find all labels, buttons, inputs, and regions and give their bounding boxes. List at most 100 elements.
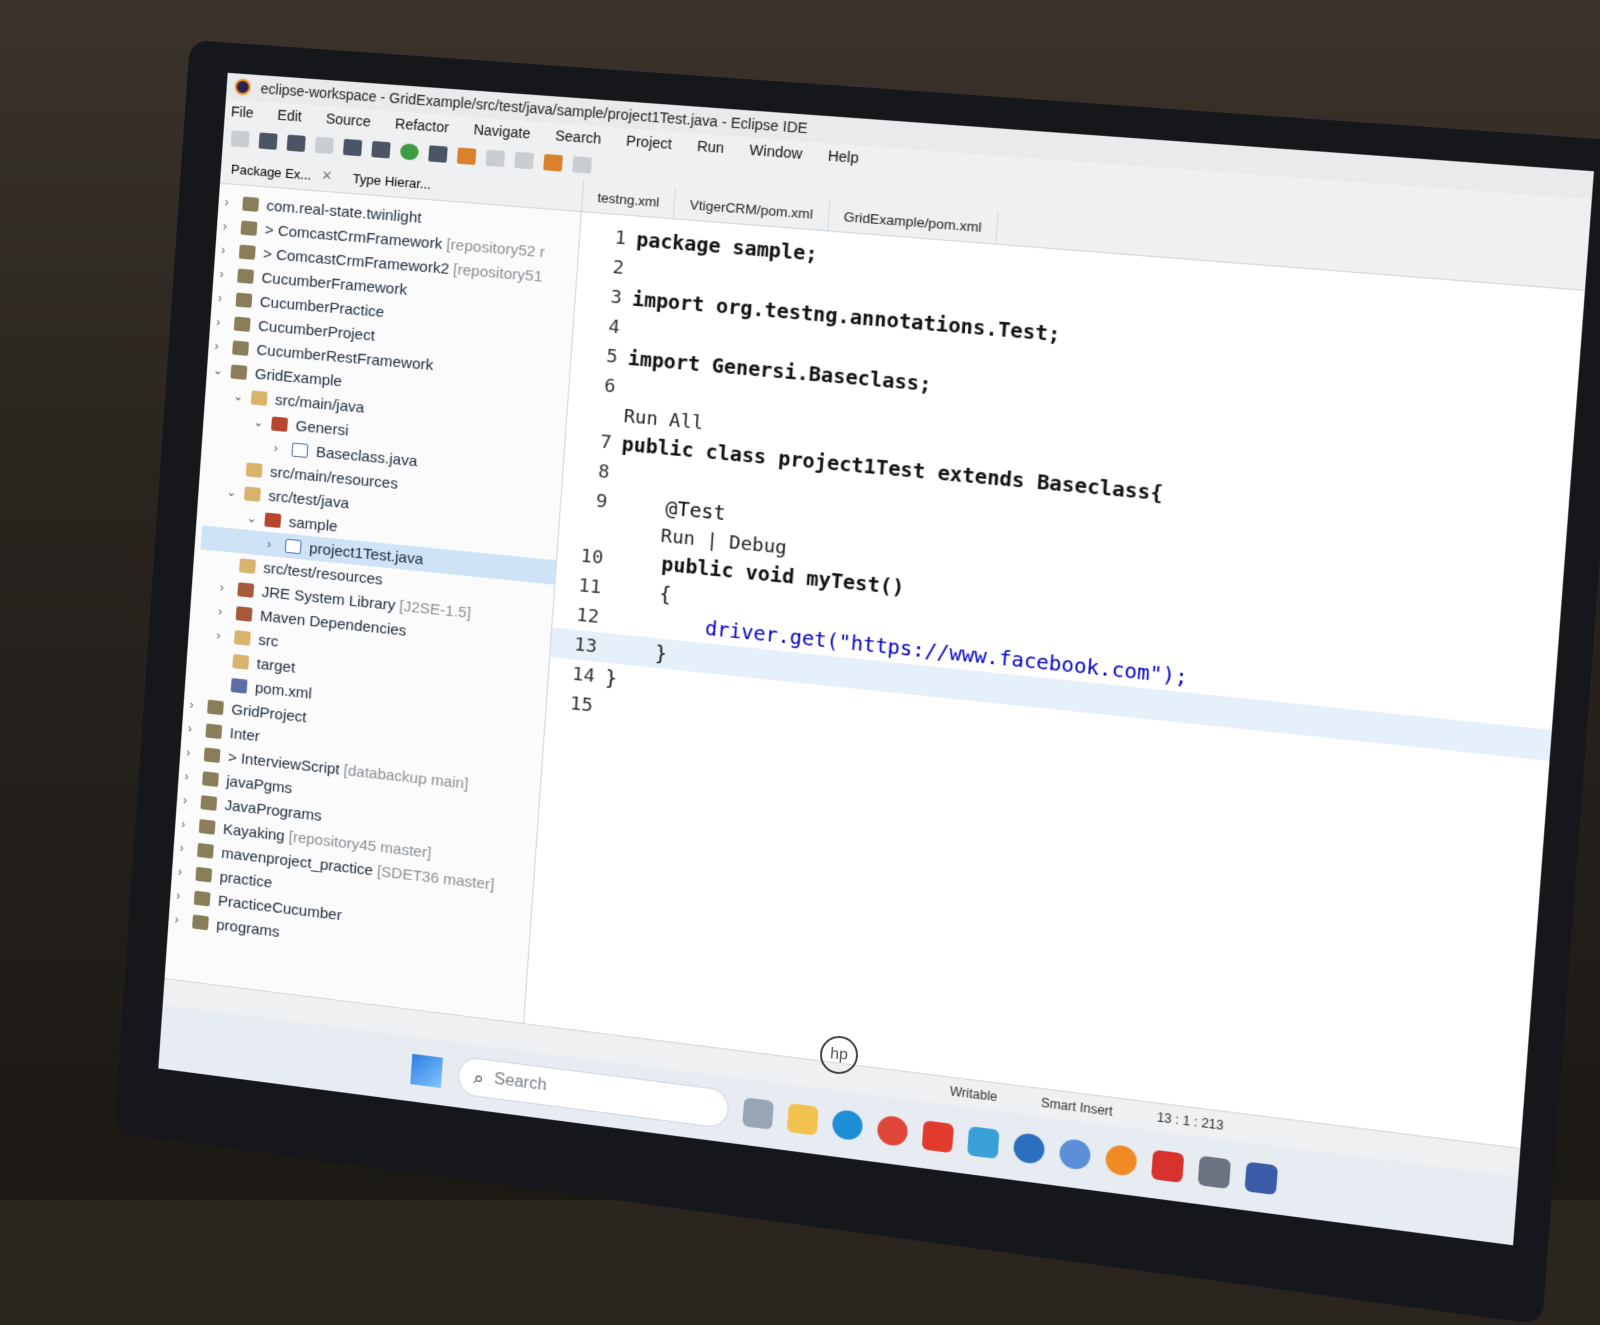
maven-pom-icon — [230, 678, 248, 694]
close-icon[interactable]: ✕ — [321, 167, 333, 184]
save-icon[interactable] — [258, 132, 278, 150]
search-icon[interactable] — [572, 156, 593, 174]
coverage-icon[interactable] — [428, 145, 448, 163]
project-icon — [238, 244, 256, 260]
chrome-icon[interactable] — [876, 1114, 909, 1148]
edge-icon[interactable] — [831, 1108, 864, 1142]
task-view-icon[interactable] — [742, 1097, 774, 1130]
terminal-taskbar-icon[interactable] — [1244, 1161, 1279, 1196]
firefox-icon[interactable] — [1104, 1143, 1138, 1177]
chevron-down-icon[interactable]: ⌄ — [246, 511, 261, 526]
chevron-down-icon[interactable]: ⌄ — [226, 485, 241, 500]
project-icon — [198, 819, 216, 835]
debug-icon[interactable] — [371, 140, 391, 159]
line-number: 3 — [609, 286, 623, 309]
open-type-icon[interactable] — [543, 153, 563, 172]
chevron-down-icon[interactable]: ⌄ — [253, 415, 268, 430]
menu-navigate[interactable]: Navigate — [473, 121, 531, 141]
chevron-right-icon[interactable]: › — [218, 604, 233, 619]
project-icon — [205, 723, 223, 740]
status-cursor-position: 13 : 1 : 213 — [1156, 1109, 1225, 1134]
skip-breakpoints-icon[interactable] — [342, 138, 363, 157]
menu-help[interactable]: Help — [827, 147, 859, 166]
chevron-right-icon[interactable]: › — [273, 441, 288, 456]
menu-refactor[interactable]: Refactor — [395, 115, 450, 135]
source-folder-icon — [238, 558, 256, 574]
tree-item-label: pom.xml — [254, 679, 313, 703]
library-icon — [237, 582, 255, 598]
eclipse-taskbar-icon[interactable] — [1197, 1155, 1232, 1190]
chevron-right-icon[interactable]: › — [182, 793, 197, 809]
chevron-right-icon[interactable]: › — [176, 888, 191, 904]
tab-label: Package Ex... — [230, 160, 312, 183]
line-number: 1 — [613, 227, 627, 250]
java-file-icon — [284, 538, 302, 555]
zoom-icon[interactable] — [1058, 1137, 1092, 1171]
menu-search[interactable]: Search — [555, 127, 602, 147]
anydesk-icon[interactable] — [921, 1120, 954, 1154]
tree-item-label: sample — [288, 513, 339, 536]
search-icon: ⌕ — [472, 1066, 485, 1088]
tab-package-explorer[interactable]: Package Ex... ✕ — [221, 160, 344, 185]
chevron-right-icon[interactable]: › — [219, 267, 234, 282]
chevron-right-icon[interactable]: › — [219, 580, 234, 595]
menu-window[interactable]: Window — [749, 141, 803, 161]
code-area[interactable]: 1 package sample; 2 3 import org.testng.an… — [546, 212, 1585, 823]
chevron-right-icon[interactable]: › — [216, 628, 231, 643]
chevron-right-icon[interactable]: › — [218, 291, 233, 306]
project-icon — [200, 795, 218, 811]
new-icon[interactable] — [230, 130, 250, 148]
chevron-right-icon[interactable]: › — [186, 745, 201, 760]
menu-source[interactable]: Source — [325, 110, 371, 129]
folder-icon — [233, 630, 251, 646]
chevron-right-icon[interactable]: › — [221, 243, 236, 258]
line-number: 10 — [579, 545, 604, 569]
code-text: } — [604, 666, 618, 691]
project-icon — [197, 842, 214, 859]
new-java-package-icon[interactable] — [485, 149, 506, 168]
terminal-icon[interactable] — [314, 136, 334, 155]
menu-run[interactable]: Run — [696, 138, 724, 156]
mysql-icon[interactable] — [967, 1126, 1000, 1160]
windows-start-icon[interactable] — [410, 1053, 443, 1088]
line-number — [560, 526, 616, 531]
screen: eclipse-workspace - GridExample/src/test… — [158, 72, 1594, 1246]
chevron-right-icon[interactable]: › — [189, 698, 204, 713]
project-tree: › com.real-state.twinlight › > ComcastCrmF… — [168, 184, 581, 975]
chevron-right-icon[interactable]: › — [214, 339, 229, 354]
recorder-icon[interactable] — [1151, 1149, 1185, 1183]
package-icon — [264, 512, 282, 529]
tab-type-hierarchy[interactable]: Type Hierar... — [342, 170, 442, 193]
help-icon[interactable] — [1012, 1131, 1046, 1166]
chevron-right-icon[interactable]: › — [179, 841, 194, 857]
external-tools-icon[interactable] — [456, 147, 477, 166]
chevron-down-icon[interactable]: ⌄ — [212, 363, 227, 378]
menu-project[interactable]: Project — [626, 132, 673, 152]
chevron-right-icon[interactable]: › — [224, 195, 239, 210]
project-icon — [207, 699, 224, 716]
chevron-right-icon[interactable]: › — [181, 817, 196, 833]
menu-file[interactable]: File — [230, 103, 254, 121]
run-icon[interactable] — [399, 143, 420, 161]
file-explorer-icon[interactable] — [786, 1102, 819, 1136]
laptop-bezel: eclipse-workspace - GridExample/src/test… — [114, 40, 1600, 1325]
line-number: 8 — [597, 460, 611, 484]
chevron-right-icon[interactable]: › — [223, 219, 238, 234]
chevron-right-icon[interactable]: › — [178, 865, 193, 881]
new-java-class-icon[interactable] — [514, 151, 535, 170]
chevron-right-icon[interactable]: › — [216, 315, 231, 330]
project-icon — [192, 914, 209, 931]
chevron-right-icon[interactable]: › — [174, 912, 189, 928]
line-number: 11 — [577, 574, 602, 599]
line-number: 9 — [595, 490, 608, 513]
save-all-icon[interactable] — [286, 134, 306, 153]
chevron-right-icon[interactable]: › — [184, 769, 199, 784]
chevron-down-icon[interactable]: ⌄ — [233, 389, 248, 404]
tree-item-label: target — [256, 655, 296, 677]
menu-edit[interactable]: Edit — [277, 107, 302, 125]
project-icon — [202, 771, 219, 787]
chevron-right-icon[interactable]: › — [187, 721, 202, 736]
project-icon — [230, 364, 248, 380]
chevron-right-icon[interactable]: › — [267, 537, 282, 552]
tree-item-label: Inter — [229, 724, 261, 745]
